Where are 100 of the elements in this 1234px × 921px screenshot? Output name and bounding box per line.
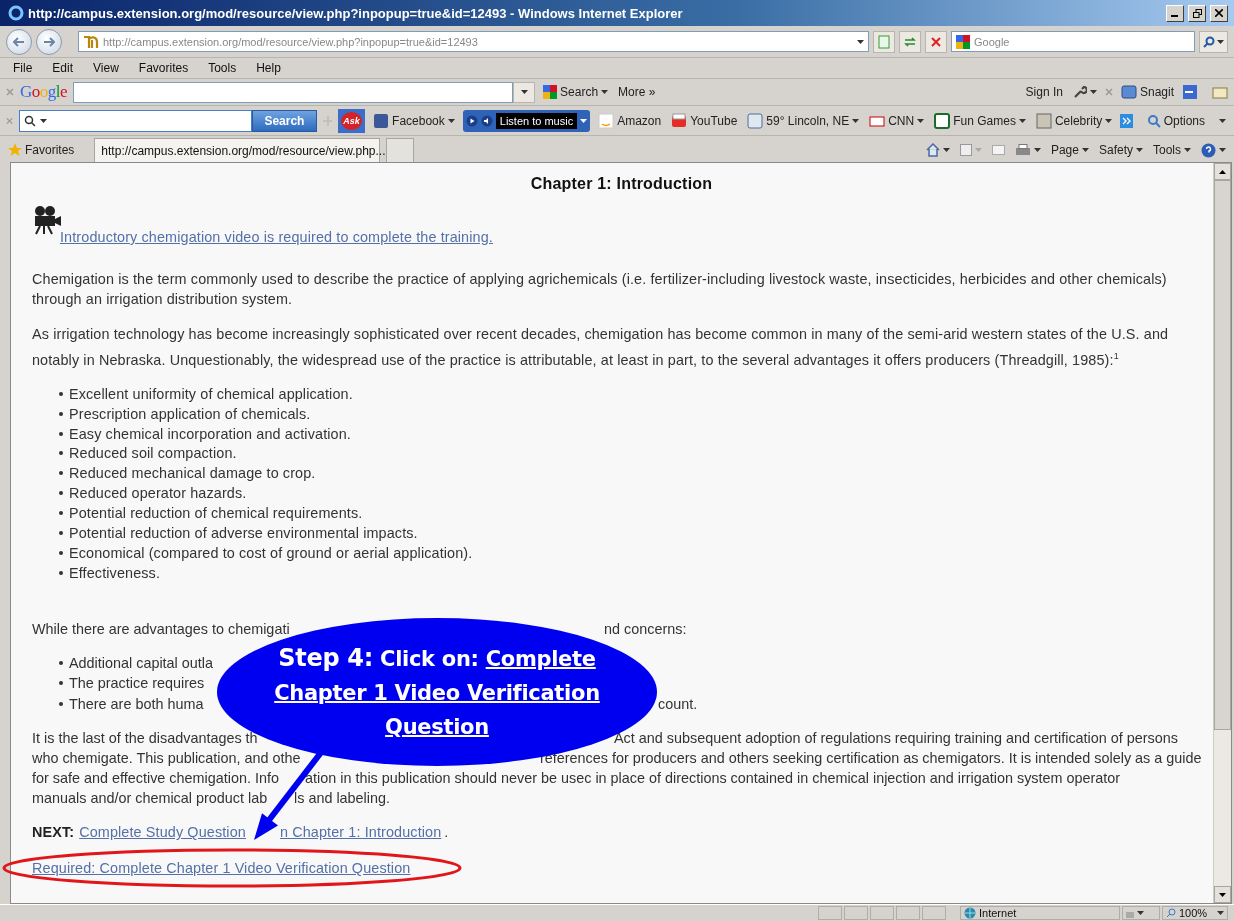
text-fragment: count. bbox=[658, 695, 698, 712]
google-search-button[interactable]: Search bbox=[541, 85, 611, 99]
text-fragment: references for producers and others seeking certification as chemigators. It is intended solely as a guide bbox=[540, 750, 1202, 767]
search-button[interactable] bbox=[1199, 30, 1228, 53]
text-fragment: Additional capital outla bbox=[69, 653, 213, 673]
new-tab-button[interactable] bbox=[386, 138, 415, 162]
menu-item[interactable]: Favorites bbox=[131, 61, 196, 75]
period-text: . bbox=[444, 823, 449, 843]
toolbar-link[interactable]: 59° Lincoln, NE bbox=[745, 112, 862, 129]
text-fragment: for safe and effective chemigation. Info bbox=[32, 769, 279, 789]
search-button[interactable]: Search bbox=[251, 109, 317, 132]
google-logo: Google bbox=[20, 82, 68, 102]
toolbar-link[interactable]: Fun Games bbox=[932, 112, 1028, 129]
menu-item[interactable]: File bbox=[6, 61, 40, 75]
command-button[interactable]: Safety bbox=[1096, 138, 1145, 162]
caret-icon bbox=[1081, 148, 1089, 152]
window-icon[interactable] bbox=[1182, 84, 1198, 100]
options-button[interactable]: Options bbox=[1144, 113, 1228, 128]
back-arrow-icon bbox=[13, 36, 25, 47]
study-questions-link[interactable]: Complete Study Question bbox=[79, 822, 246, 843]
menu-item[interactable]: View bbox=[86, 61, 126, 75]
back-button[interactable] bbox=[6, 28, 32, 55]
toolbar-link[interactable]: YouTube bbox=[669, 112, 740, 129]
scroll-down-icon bbox=[1219, 892, 1226, 897]
bullet-dot bbox=[59, 570, 63, 575]
refresh-button[interactable] bbox=[899, 30, 921, 53]
snagit-button[interactable]: Snagit bbox=[1118, 85, 1176, 99]
snagit-icon bbox=[1120, 85, 1137, 99]
list-item-text: Economical (compared to cost of ground or aerial application). bbox=[69, 543, 473, 563]
toolbar-link[interactable]: Amazon bbox=[596, 112, 664, 129]
address-field[interactable]: http://campus.extension.org/mod/resource/view.php?inpopup=true&id=12493 bbox=[78, 31, 869, 52]
bullet-dot bbox=[59, 701, 63, 706]
study-questions-link[interactable]: n Chapter 1: Introduction bbox=[279, 822, 442, 843]
dropdown-button[interactable] bbox=[513, 81, 536, 103]
toolbar-link[interactable]: Celebrity bbox=[1033, 112, 1115, 129]
scrollbar[interactable] bbox=[1213, 163, 1231, 903]
caret-icon bbox=[1089, 90, 1097, 94]
close-icon[interactable] bbox=[6, 88, 14, 96]
caret-icon bbox=[601, 90, 609, 94]
status-panel bbox=[922, 906, 946, 920]
minimize-button[interactable] bbox=[1166, 4, 1184, 22]
feed-icon bbox=[959, 144, 972, 156]
ask-logo[interactable]: Ask bbox=[337, 108, 366, 133]
weather-icon bbox=[747, 112, 764, 129]
status-panel bbox=[870, 906, 894, 920]
ask-search-field[interactable] bbox=[19, 109, 252, 132]
search-icon bbox=[24, 114, 37, 127]
command-button[interactable]: Page bbox=[1048, 138, 1091, 162]
adoption-paragraph: As irrigation technology has become increasingly sophisticated over recent decades, chemigation has become common in many of the semi-arid western states of the U.S. and notably in Nebraska. Unquestionably, the widespread use of the practice is attributable, at least in part, to the several advantages it offers producers (Threadgill, 1985):$^{1}$ bbox=[32, 325, 1170, 370]
more-button[interactable]: More » bbox=[616, 85, 658, 99]
toolbar-link[interactable]: Facebook bbox=[371, 112, 457, 129]
bullet-dot bbox=[59, 511, 63, 516]
bullet-dot bbox=[59, 550, 63, 555]
close-button[interactable] bbox=[1210, 4, 1228, 22]
callout-text: Step 4: Click on: Complete Chapter 1 Video Verification Question bbox=[273, 642, 601, 741]
command-button[interactable]: Tools bbox=[1151, 138, 1193, 162]
text-fragment: Act and subsequent adoption of regulations requiring training and certification of persons bbox=[614, 730, 1178, 747]
caret-icon bbox=[1219, 148, 1226, 152]
games-icon bbox=[934, 112, 951, 129]
toolbar-link[interactable]: CNN bbox=[867, 112, 927, 129]
forward-button[interactable] bbox=[36, 28, 62, 55]
chevron-icon[interactable] bbox=[1120, 113, 1133, 128]
scrollbar-thumb[interactable] bbox=[1214, 180, 1231, 730]
google-search-field[interactable] bbox=[73, 81, 514, 103]
compatibility-button[interactable] bbox=[873, 30, 895, 53]
sign-in-button[interactable]: Sign In bbox=[1023, 85, 1065, 99]
list-item-text: Potential reduction of chemical requirements. bbox=[69, 504, 363, 524]
zone-indicator: Internet bbox=[960, 906, 1120, 920]
status-panel bbox=[818, 906, 842, 920]
folder-icon[interactable] bbox=[1212, 84, 1228, 100]
music-player[interactable]: Listen to music bbox=[462, 109, 591, 132]
list-item-text: Reduced operator hazards. bbox=[69, 484, 247, 504]
volume-icon bbox=[480, 114, 493, 127]
close-icon bbox=[1215, 9, 1223, 17]
refresh-icon bbox=[903, 35, 917, 48]
search-field[interactable]: Google bbox=[951, 31, 1195, 52]
site-logo-icon bbox=[83, 34, 99, 49]
menu-item[interactable]: Tools bbox=[201, 61, 244, 75]
caret-icon bbox=[520, 90, 528, 94]
menu-item[interactable]: Edit bbox=[45, 61, 81, 75]
close-icon[interactable] bbox=[1104, 88, 1113, 96]
video-link[interactable]: Introductory chemigation video is required to complete the training. bbox=[60, 227, 493, 247]
caret-icon bbox=[1219, 118, 1226, 123]
stop-button[interactable] bbox=[925, 30, 947, 53]
caret-icon bbox=[40, 118, 48, 123]
text-fragment: nd concerns: bbox=[604, 620, 687, 637]
list-item-text: Potential reduction of adverse environmental impacts. bbox=[69, 524, 418, 543]
text-fragment: There are both huma bbox=[69, 694, 204, 714]
caret-icon bbox=[1217, 911, 1224, 915]
favorites-button[interactable]: Favorites bbox=[6, 138, 77, 162]
star-icon bbox=[8, 143, 22, 157]
home-icon bbox=[925, 143, 940, 157]
window-title: http://campus.extension.org/mod/resource/view.php?inpopup=true&id=12493 - Windows Internet Explorer bbox=[28, 5, 684, 21]
browser-logo-icon bbox=[8, 5, 24, 21]
google-icon bbox=[543, 85, 558, 99]
menu-item[interactable]: Help bbox=[249, 61, 288, 75]
zoom-button[interactable]: 100% bbox=[1162, 906, 1228, 920]
list-item-text: Effectiveness. bbox=[69, 563, 160, 583]
protected-mode-button[interactable] bbox=[1122, 906, 1160, 920]
restore-button[interactable] bbox=[1188, 4, 1206, 22]
